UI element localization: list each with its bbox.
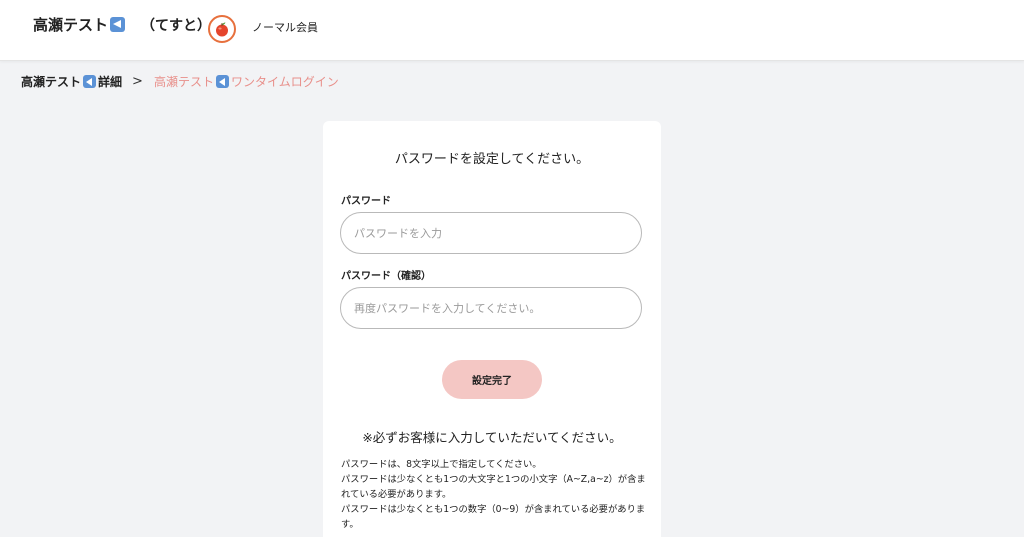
- password-confirm-label: パスワード（確認）: [341, 271, 431, 282]
- breadcrumb-parent-suffix: 詳細: [98, 75, 123, 89]
- notice-text: ※必ずお客様に入力していただいてください。: [362, 430, 622, 445]
- card-title: パスワードを設定してください。: [394, 152, 590, 167]
- password-rule: パスワードは、8文字以上で指定してください。: [341, 459, 542, 470]
- chevron-right-icon: >: [132, 74, 143, 89]
- breadcrumb-current: 高瀬テスト ワンタイムログイン: [154, 73, 339, 90]
- user-name: 高瀬テスト （てすと）: [33, 14, 211, 35]
- user-name-text: 高瀬テスト: [33, 16, 109, 34]
- breadcrumb-parent-prefix: 高瀬テスト: [21, 75, 82, 89]
- password-rule: パスワードは少なくとも1つの数字（0~9）が含まれている必要があります。: [341, 504, 646, 530]
- password-rules: パスワードは、8文字以上で指定してください。 パスワードは少なくとも1つの大文字…: [341, 457, 646, 532]
- top-header: 高瀬テスト （てすと） ノーマル会員: [0, 0, 1024, 61]
- breadcrumb: 高瀬テスト 詳細 > 高瀬テスト ワンタイムログイン: [21, 73, 339, 90]
- breadcrumb-current-suffix: ワンタイムログイン: [230, 75, 339, 89]
- password-input[interactable]: [340, 212, 642, 254]
- password-confirm-input[interactable]: [340, 287, 642, 329]
- membership-label: ノーマル会員: [252, 21, 318, 34]
- left-triangle-emoji-icon: [110, 17, 126, 32]
- password-label: パスワード: [341, 196, 391, 207]
- password-setup-card: パスワードを設定してください。 パスワード パスワード（確認） 設定完了 ※必ず…: [323, 121, 661, 537]
- user-kana: （てすと）: [141, 17, 212, 34]
- password-rule: パスワードは少なくとも1つの大文字と1つの小文字（A~Z,a~z）が含まれている…: [341, 474, 646, 500]
- breadcrumb-current-prefix: 高瀬テスト: [153, 75, 214, 89]
- breadcrumb-parent-link[interactable]: 高瀬テスト 詳細: [21, 73, 122, 90]
- apple-icon[interactable]: [208, 15, 236, 43]
- left-triangle-emoji-icon: [215, 75, 229, 88]
- submit-button[interactable]: 設定完了: [442, 360, 542, 399]
- left-triangle-emoji-icon: [83, 75, 97, 88]
